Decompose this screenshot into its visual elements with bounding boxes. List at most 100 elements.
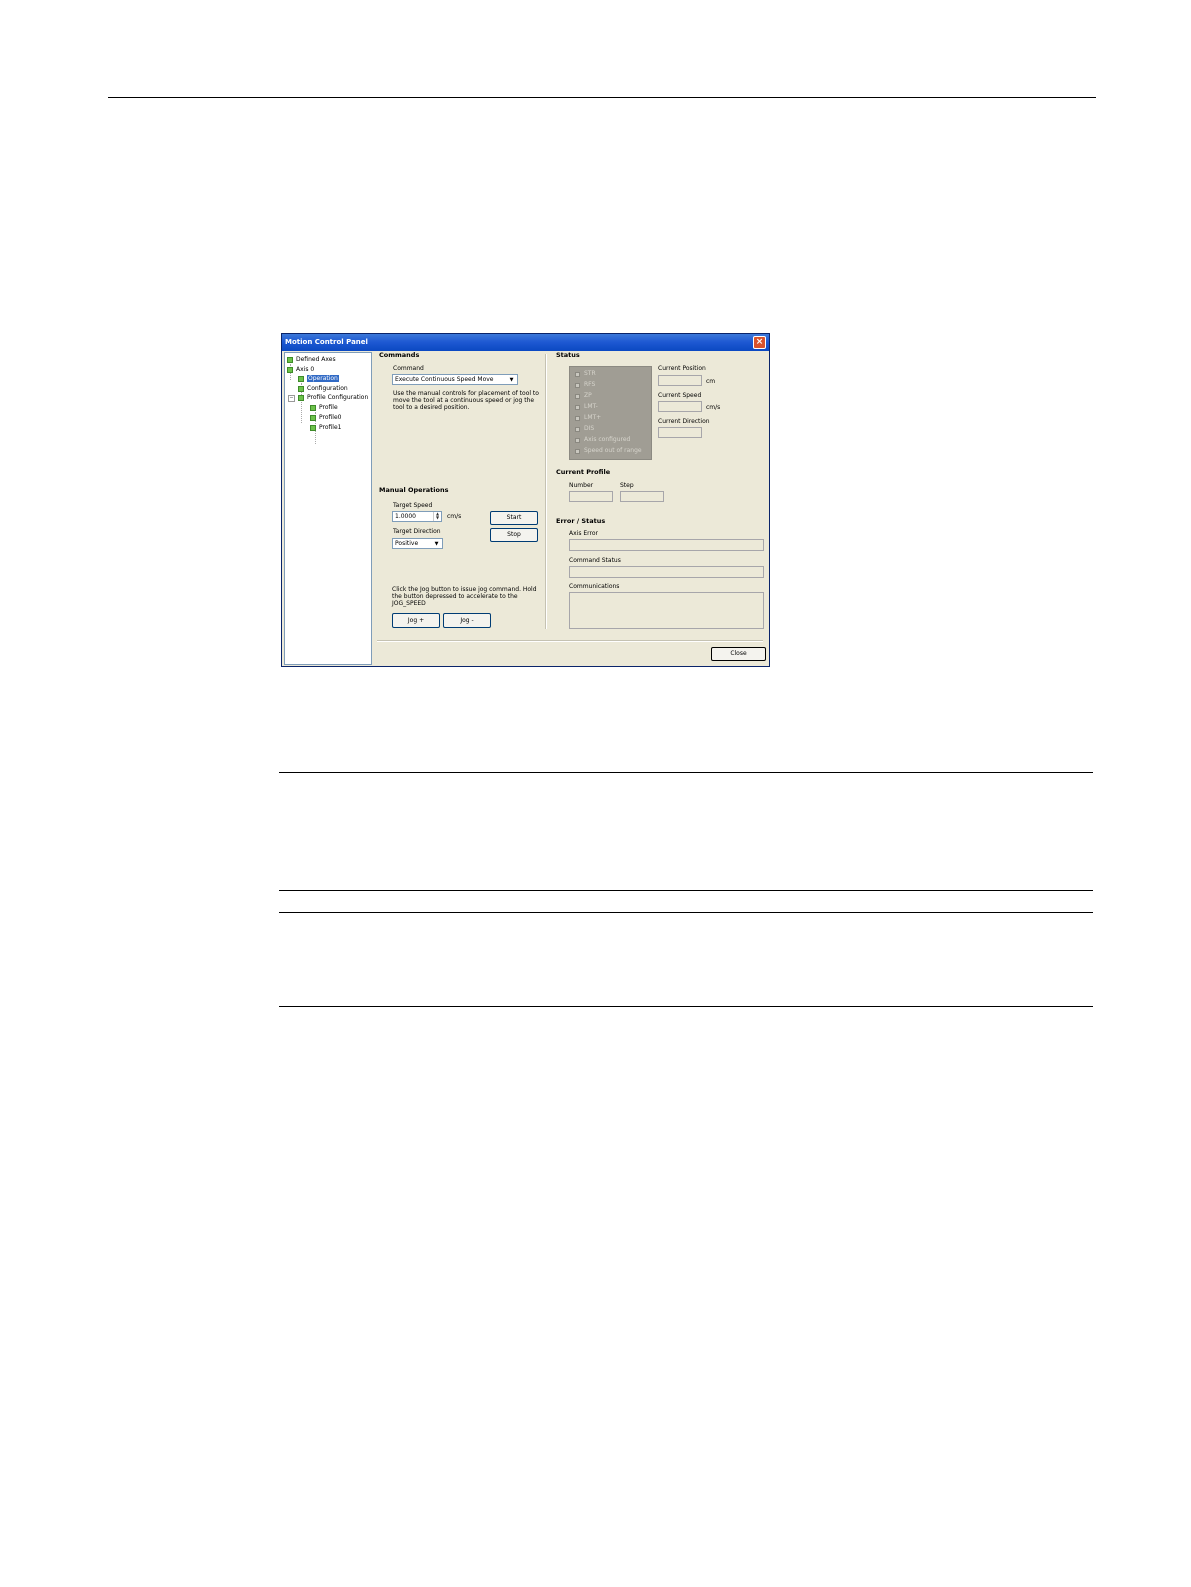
indicator-icon bbox=[575, 448, 580, 454]
status-flag-label: Axis configured bbox=[584, 436, 631, 443]
profile-step-field bbox=[620, 491, 664, 502]
window-title: Motion Control Panel bbox=[285, 338, 368, 346]
footer-divider bbox=[377, 640, 763, 642]
profile-icon bbox=[310, 414, 316, 421]
status-heading: Status bbox=[556, 351, 580, 359]
tree-item-profile1[interactable]: Profile1 bbox=[310, 423, 341, 432]
commands-description: Use the manual controls for placement of… bbox=[393, 390, 539, 411]
spin-control[interactable]: ▲ ▼ bbox=[433, 512, 441, 521]
communications-field bbox=[569, 592, 764, 629]
status-flag: Speed out of range bbox=[575, 446, 642, 456]
profile-configuration-icon bbox=[298, 394, 304, 401]
profile-icon bbox=[310, 424, 316, 431]
status-flag: ZP bbox=[575, 391, 592, 401]
current-direction-field bbox=[658, 427, 702, 438]
collapse-icon[interactable]: − bbox=[288, 395, 295, 402]
command-select-value: Execute Continuous Speed Move bbox=[395, 376, 494, 383]
target-speed-unit: cm/s bbox=[447, 513, 462, 520]
tree-item-configuration[interactable]: Configuration bbox=[298, 384, 348, 393]
stop-button[interactable]: Stop bbox=[490, 528, 538, 542]
profile-number-label: Number bbox=[569, 482, 594, 489]
indicator-icon bbox=[575, 426, 580, 432]
profile-number-field bbox=[569, 491, 613, 502]
indicator-icon bbox=[575, 382, 580, 388]
section-divider bbox=[545, 354, 547, 629]
table-rule-4 bbox=[279, 1006, 1093, 1007]
indicator-icon bbox=[575, 404, 580, 410]
tree-item-label: Axis 0 bbox=[296, 366, 315, 373]
tree-item-axis-0[interactable]: Axis 0 bbox=[287, 365, 314, 374]
operation-icon bbox=[298, 375, 304, 382]
current-position-label: Current Position bbox=[658, 365, 706, 372]
table-rule-1 bbox=[279, 772, 1093, 773]
axis-error-field bbox=[569, 539, 764, 551]
current-speed-label: Current Speed bbox=[658, 392, 702, 399]
indicator-icon bbox=[575, 437, 580, 443]
commands-heading: Commands bbox=[379, 351, 420, 359]
title-bar[interactable]: Motion Control Panel × bbox=[282, 334, 769, 351]
table-rule-2 bbox=[279, 890, 1093, 891]
motion-control-panel-window: Motion Control Panel × Defined Axes Axis… bbox=[281, 333, 770, 667]
tree-item-label: Profile bbox=[319, 404, 338, 411]
status-flag-label: LMT- bbox=[584, 403, 598, 410]
top-rule bbox=[108, 97, 1096, 98]
indicator-icon bbox=[575, 371, 580, 377]
command-select[interactable]: Execute Continuous Speed Move ▼ bbox=[392, 374, 518, 385]
tree-item-profile0[interactable]: Profile0 bbox=[310, 413, 341, 422]
chevron-down-icon[interactable]: ▼ bbox=[507, 376, 516, 383]
error-status-heading: Error / Status bbox=[556, 517, 606, 525]
command-status-label: Command Status bbox=[569, 557, 621, 564]
tree-item-profile[interactable]: Profile bbox=[310, 403, 338, 412]
profile-icon bbox=[310, 404, 316, 411]
folder-icon bbox=[287, 356, 293, 363]
current-position-field bbox=[658, 375, 702, 386]
current-direction-label: Current Direction bbox=[658, 418, 710, 425]
jog-plus-button[interactable]: Jog + bbox=[392, 613, 440, 628]
status-flag: LMT+ bbox=[575, 413, 601, 423]
chevron-down-icon[interactable]: ▼ bbox=[432, 540, 441, 547]
tree-item-label: Profile0 bbox=[319, 414, 342, 421]
status-flag: RFS bbox=[575, 380, 595, 390]
target-speed-value: 1.0000 bbox=[395, 513, 416, 520]
status-flag: Axis configured bbox=[575, 435, 630, 445]
status-flag-label: ZP bbox=[584, 392, 592, 399]
axis-error-label: Axis Error bbox=[569, 530, 598, 537]
close-button[interactable]: Close bbox=[711, 647, 766, 661]
status-flags-panel: STR RFS ZP LMT- LMT+ DIS Axis configured… bbox=[569, 366, 652, 460]
status-flag: STR bbox=[575, 369, 596, 379]
indicator-icon bbox=[575, 415, 580, 421]
tree-item-label: Operation bbox=[307, 375, 339, 382]
status-flag-label: LMT+ bbox=[584, 414, 602, 421]
tree-item-operation[interactable]: Operation bbox=[298, 374, 339, 383]
position-unit: cm bbox=[706, 378, 716, 385]
close-icon[interactable]: × bbox=[753, 336, 766, 349]
jog-instructions: Click the Jog button to issue jog comman… bbox=[392, 586, 537, 607]
target-speed-label: Target Speed bbox=[393, 502, 433, 509]
status-flag-label: STR bbox=[584, 370, 596, 377]
tree-item-label: Defined Axes bbox=[296, 356, 336, 363]
manual-operations-heading: Manual Operations bbox=[379, 486, 449, 494]
axes-tree[interactable]: Defined Axes Axis 0 Operation Configurat… bbox=[284, 352, 372, 665]
status-flag: LMT- bbox=[575, 402, 598, 412]
spin-down-icon[interactable]: ▼ bbox=[436, 515, 439, 520]
speed-unit: cm/s bbox=[706, 404, 721, 411]
tree-item-defined-axes[interactable]: Defined Axes bbox=[287, 355, 336, 364]
target-speed-input[interactable]: 1.0000 ▲ ▼ bbox=[392, 511, 442, 522]
status-flag-label: DIS bbox=[584, 425, 595, 432]
indicator-icon bbox=[575, 393, 580, 399]
status-flag-label: RFS bbox=[584, 381, 596, 388]
jog-minus-button[interactable]: Jog - bbox=[443, 613, 491, 628]
status-flag-label: Speed out of range bbox=[584, 447, 642, 454]
table-rule-3 bbox=[279, 912, 1093, 913]
axis-icon bbox=[287, 366, 293, 373]
configuration-icon bbox=[298, 385, 304, 392]
communications-label: Communications bbox=[569, 583, 620, 590]
status-flag: DIS bbox=[575, 424, 594, 434]
current-speed-field bbox=[658, 401, 702, 412]
tree-item-label: Profile Configuration bbox=[307, 394, 369, 401]
target-direction-select[interactable]: Positive ▼ bbox=[392, 538, 443, 549]
tree-item-profile-configuration[interactable]: Profile Configuration bbox=[298, 393, 368, 402]
start-button[interactable]: Start bbox=[490, 511, 538, 525]
tree-item-label: Profile1 bbox=[319, 424, 342, 431]
command-label: Command bbox=[393, 365, 424, 372]
